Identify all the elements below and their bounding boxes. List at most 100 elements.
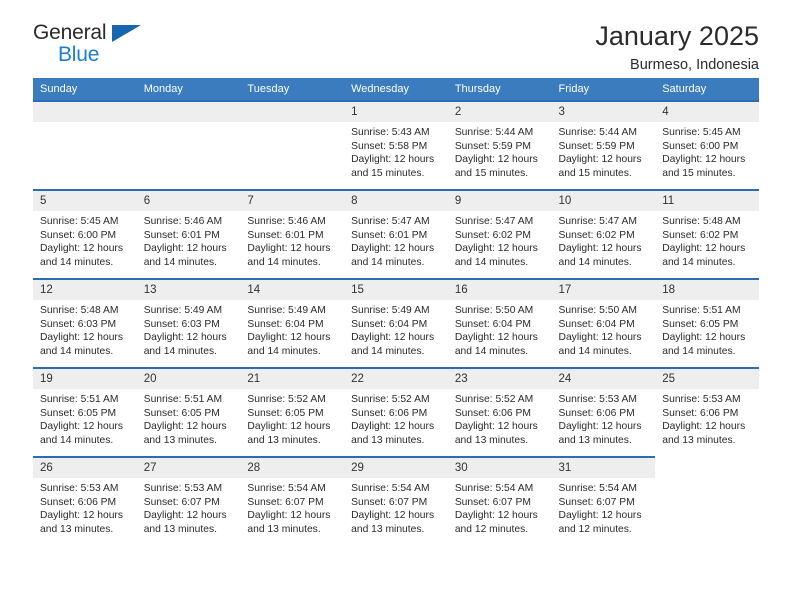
day-number: 29 bbox=[344, 459, 448, 478]
sunrise-text: Sunrise: 5:52 AM bbox=[351, 394, 430, 405]
sunset-text: Sunset: 6:06 PM bbox=[558, 407, 635, 419]
day-number: 11 bbox=[655, 192, 759, 211]
calendar-day-cell[interactable]: 9 Sunrise: 5:47 AM Sunset: 6:02 PM Daylight… bbox=[447, 189, 552, 279]
day-number: 26 bbox=[33, 459, 137, 478]
sunset-text: Sunset: 6:05 PM bbox=[40, 407, 117, 419]
calendar-day-cell[interactable]: 27 Sunrise: 5:53 AM Sunset: 6:07 PM Dayligh… bbox=[136, 456, 241, 546]
sunrise-text: Sunrise: 5:54 AM bbox=[454, 483, 534, 494]
daylight-text: Daylight: 12 hours and 14 minutes. bbox=[143, 332, 227, 357]
calendar-day-cell[interactable]: 28 Sunrise: 5:54 AM Sunset: 6:07 PM Dayligh… bbox=[240, 456, 345, 546]
sunset-text: Sunset: 5:58 PM bbox=[351, 140, 428, 152]
calendar-cell-empty bbox=[240, 100, 345, 190]
day-details: Sunrise: 5:54 AM Sunset: 6:07 PM Daylight:… bbox=[240, 478, 344, 536]
calendar-day-cell[interactable]: 10 Sunrise: 5:47 AM Sunset: 6:02 PM Dayligh… bbox=[551, 189, 656, 279]
calendar-day-cell[interactable]: 8 Sunrise: 5:47 AM Sunset: 6:01 PM Daylight… bbox=[344, 189, 448, 279]
day-number: 4 bbox=[655, 103, 759, 122]
calendar-day-cell[interactable]: 22 Sunrise: 5:52 AM Sunset: 6:06 PM Dayligh… bbox=[344, 367, 448, 457]
sunrise-text: Sunrise: 5:47 AM bbox=[454, 216, 534, 227]
page-header: General Blue January 2025 Burmeso, Indon… bbox=[33, 0, 759, 74]
calendar-week-row: 5 Sunrise: 5:45 AM Sunset: 6:00 PM Daylight… bbox=[33, 189, 759, 279]
day-details: Sunrise: 5:43 AM Sunset: 5:58 PM Daylight:… bbox=[344, 122, 448, 180]
calendar-day-cell[interactable]: 20 Sunrise: 5:51 AM Sunset: 6:05 PM Dayligh… bbox=[136, 367, 241, 457]
calendar-day-cell[interactable]: 30 Sunrise: 5:54 AM Sunset: 6:07 PM Dayligh… bbox=[447, 456, 552, 546]
sunrise-text: Sunrise: 5:43 AM bbox=[351, 127, 430, 138]
daylight-text: Daylight: 12 hours and 14 minutes. bbox=[662, 243, 746, 268]
day-number: 15 bbox=[344, 281, 448, 300]
calendar-day-cell[interactable]: 15 Sunrise: 5:49 AM Sunset: 6:04 PM Dayligh… bbox=[344, 278, 448, 368]
daylight-text: Daylight: 12 hours and 12 minutes. bbox=[558, 510, 642, 535]
calendar-day-cell[interactable]: 3 Sunrise: 5:44 AM Sunset: 5:59 PM Daylight… bbox=[551, 100, 656, 190]
day-number: 17 bbox=[551, 281, 656, 300]
calendar-day-cell[interactable]: 17 Sunrise: 5:50 AM Sunset: 6:04 PM Dayligh… bbox=[551, 278, 656, 368]
sunrise-text: Sunrise: 5:54 AM bbox=[351, 483, 430, 494]
daylight-text: Daylight: 12 hours and 14 minutes. bbox=[454, 332, 538, 357]
calendar-day-cell[interactable]: 16 Sunrise: 5:50 AM Sunset: 6:04 PM Dayligh… bbox=[447, 278, 552, 368]
calendar-day-cell[interactable]: 19 Sunrise: 5:51 AM Sunset: 6:05 PM Dayligh… bbox=[33, 367, 137, 457]
calendar-day-cell[interactable]: 25 Sunrise: 5:53 AM Sunset: 6:06 PM Dayligh… bbox=[655, 367, 759, 457]
sunrise-text: Sunrise: 5:49 AM bbox=[143, 305, 223, 316]
calendar-day-cell[interactable]: 29 Sunrise: 5:54 AM Sunset: 6:07 PM Dayligh… bbox=[344, 456, 448, 546]
calendar-day-cell[interactable]: 21 Sunrise: 5:52 AM Sunset: 6:05 PM Dayligh… bbox=[240, 367, 345, 457]
page-title: January 2025 bbox=[595, 21, 759, 51]
sunrise-text: Sunrise: 5:52 AM bbox=[247, 394, 326, 405]
daylight-text: Daylight: 12 hours and 12 minutes. bbox=[454, 510, 538, 535]
day-number: 21 bbox=[240, 370, 345, 389]
calendar-day-cell[interactable]: 4 Sunrise: 5:45 AM Sunset: 6:00 PM Daylight… bbox=[655, 100, 759, 190]
calendar-body: 1 Sunrise: 5:43 AM Sunset: 5:58 PM Daylight… bbox=[33, 100, 759, 546]
sunset-text: Sunset: 6:07 PM bbox=[351, 496, 428, 508]
calendar-day-cell[interactable]: 14 Sunrise: 5:49 AM Sunset: 6:04 PM Dayligh… bbox=[240, 278, 345, 368]
day-details: Sunrise: 5:50 AM Sunset: 6:04 PM Daylight:… bbox=[448, 300, 552, 358]
daylight-text: Daylight: 12 hours and 15 minutes. bbox=[454, 154, 538, 179]
calendar-day-cell[interactable]: 23 Sunrise: 5:52 AM Sunset: 6:06 PM Dayligh… bbox=[447, 367, 552, 457]
calendar-day-cell[interactable]: 1 Sunrise: 5:43 AM Sunset: 5:58 PM Daylight… bbox=[344, 100, 448, 190]
calendar-day-cell[interactable]: 13 Sunrise: 5:49 AM Sunset: 6:03 PM Dayligh… bbox=[136, 278, 241, 368]
sunset-text: Sunset: 6:06 PM bbox=[40, 496, 117, 508]
calendar-day-cell[interactable]: 6 Sunrise: 5:46 AM Sunset: 6:01 PM Daylight… bbox=[136, 189, 241, 279]
daylight-text: Daylight: 12 hours and 15 minutes. bbox=[351, 154, 435, 179]
calendar-day-cell[interactable]: 2 Sunrise: 5:44 AM Sunset: 5:59 PM Daylight… bbox=[447, 100, 552, 190]
sunset-text: Sunset: 6:06 PM bbox=[351, 407, 428, 419]
calendar-day-cell[interactable]: 18 Sunrise: 5:51 AM Sunset: 6:05 PM Dayligh… bbox=[655, 278, 759, 368]
sunrise-text: Sunrise: 5:46 AM bbox=[247, 216, 326, 227]
weekday-header-tuesday: Tuesday bbox=[240, 78, 345, 101]
day-number: 19 bbox=[33, 370, 137, 389]
sunrise-text: Sunrise: 5:47 AM bbox=[351, 216, 430, 227]
calendar-day-cell[interactable]: 7 Sunrise: 5:46 AM Sunset: 6:01 PM Daylight… bbox=[240, 189, 345, 279]
sunrise-text: Sunrise: 5:50 AM bbox=[454, 305, 534, 316]
calendar-day-cell[interactable]: 5 Sunrise: 5:45 AM Sunset: 6:00 PM Daylight… bbox=[33, 189, 137, 279]
daylight-text: Daylight: 12 hours and 13 minutes. bbox=[558, 421, 642, 446]
calendar-day-cell[interactable]: 26 Sunrise: 5:53 AM Sunset: 6:06 PM Dayligh… bbox=[33, 456, 137, 546]
day-number: 31 bbox=[551, 459, 656, 478]
daylight-text: Daylight: 12 hours and 14 minutes. bbox=[143, 243, 227, 268]
day-details: Sunrise: 5:52 AM Sunset: 6:06 PM Daylight:… bbox=[448, 389, 552, 447]
calendar-day-cell[interactable]: 24 Sunrise: 5:53 AM Sunset: 6:06 PM Dayligh… bbox=[551, 367, 656, 457]
daylight-text: Daylight: 12 hours and 13 minutes. bbox=[143, 510, 227, 535]
day-number: 30 bbox=[447, 459, 552, 478]
day-number: 9 bbox=[447, 192, 552, 211]
sunrise-text: Sunrise: 5:48 AM bbox=[662, 216, 741, 227]
calendar-day-cell[interactable]: 31 Sunrise: 5:54 AM Sunset: 6:07 PM Dayligh… bbox=[551, 456, 656, 546]
sunset-text: Sunset: 6:04 PM bbox=[351, 318, 428, 330]
sunrise-text: Sunrise: 5:49 AM bbox=[247, 305, 326, 316]
calendar-day-cell[interactable]: 11 Sunrise: 5:48 AM Sunset: 6:02 PM Dayligh… bbox=[655, 189, 759, 279]
sunset-text: Sunset: 6:04 PM bbox=[558, 318, 635, 330]
calendar-cell-blank bbox=[655, 457, 759, 546]
weekday-header-thursday: Thursday bbox=[447, 78, 552, 101]
sunrise-text: Sunrise: 5:53 AM bbox=[143, 483, 223, 494]
day-details: Sunrise: 5:47 AM Sunset: 6:01 PM Daylight:… bbox=[344, 211, 448, 269]
day-number: 8 bbox=[344, 192, 448, 211]
sunset-text: Sunset: 6:07 PM bbox=[454, 496, 531, 508]
sunrise-text: Sunrise: 5:53 AM bbox=[662, 394, 741, 405]
sunrise-text: Sunrise: 5:47 AM bbox=[558, 216, 637, 227]
calendar-week-row: 26 Sunrise: 5:53 AM Sunset: 6:06 PM Dayligh… bbox=[33, 456, 759, 546]
day-number: 10 bbox=[551, 192, 656, 211]
daylight-text: Daylight: 12 hours and 14 minutes. bbox=[40, 421, 123, 446]
weekday-header-friday: Friday bbox=[551, 78, 656, 101]
weekday-header-saturday: Saturday bbox=[655, 78, 759, 101]
daylight-text: Daylight: 12 hours and 13 minutes. bbox=[662, 421, 746, 446]
general-blue-logo[interactable]: General Blue bbox=[33, 22, 153, 70]
daylight-text: Daylight: 12 hours and 14 minutes. bbox=[40, 332, 123, 357]
day-number bbox=[136, 103, 241, 122]
calendar-day-cell[interactable]: 12 Sunrise: 5:48 AM Sunset: 6:03 PM Dayligh… bbox=[33, 278, 137, 368]
day-number: 16 bbox=[447, 281, 552, 300]
